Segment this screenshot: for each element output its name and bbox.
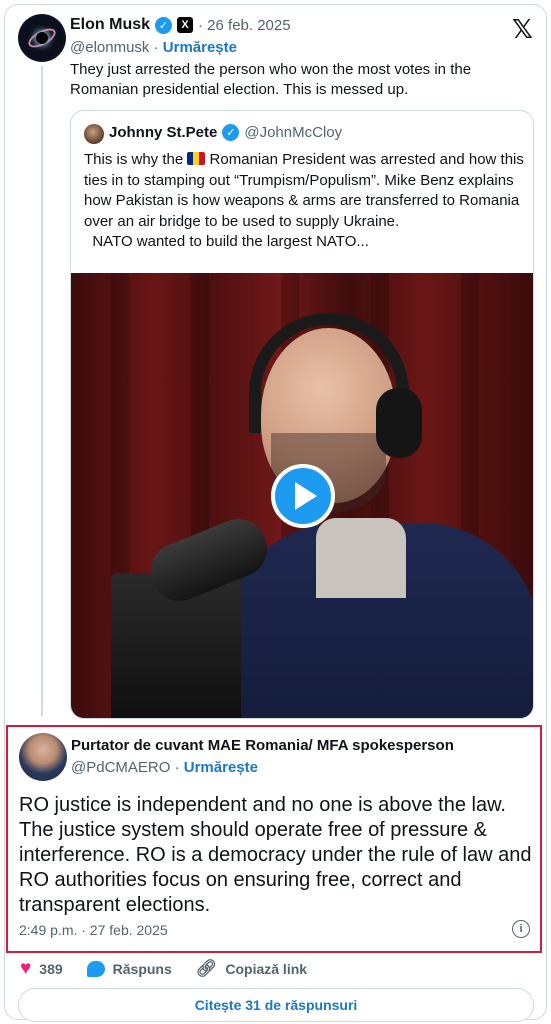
link-icon: 🔗︎ [195, 959, 218, 978]
copy-link-label: Copiază link [225, 961, 308, 977]
author-handle[interactable]: @elonmusk [70, 39, 149, 56]
quote-header: Johnny St.Pete ✓ @JohnMcCloy [109, 124, 342, 141]
quoted-tweet[interactable]: Johnny St.Pete ✓ @JohnMcCloy This is why… [70, 110, 534, 719]
tweet-text: They just arrested the person who won th… [70, 61, 472, 98]
copy-link-button[interactable]: 🔗︎ Copiază link [196, 959, 307, 979]
play-icon[interactable] [271, 464, 335, 528]
quote-avatar[interactable] [84, 124, 104, 144]
reply-handle-row: @PdCMAERO · Urmărește [71, 759, 258, 776]
verified-icon: ✓ [222, 124, 240, 141]
quote-text: This is why the Romanian President was a… [84, 151, 524, 250]
tweet-date[interactable]: · 26 feb. 2025 [198, 17, 291, 34]
tweet-header: Elon Musk ✓ X · 26 feb. 2025 [70, 16, 291, 34]
reply-text: RO justice is independent and no one is … [19, 794, 532, 916]
x-badge-icon: X [177, 17, 194, 33]
reply-author-handle[interactable]: @PdCMAERO [71, 759, 170, 776]
verified-icon: ✓ [155, 16, 173, 34]
reply-avatar[interactable] [19, 733, 67, 781]
thread-line [41, 66, 43, 716]
follow-button[interactable]: Urmărește [163, 39, 237, 56]
heart-icon: ♥ [20, 958, 32, 979]
highlighted-reply: Purtator de cuvant MAE Romania/ MFA spok… [6, 725, 542, 953]
reply-label: Răspuns [112, 961, 172, 977]
like-count: 389 [39, 961, 63, 977]
author-avatar[interactable] [18, 14, 66, 62]
action-bar: ♥ 389 Răspuns 🔗︎ Copiază link [20, 958, 331, 980]
read-replies-button[interactable]: Citește 31 de răspunsuri [18, 988, 534, 1022]
info-icon[interactable]: i [512, 920, 530, 938]
reply-bubble-icon [86, 961, 105, 977]
video-thumbnail[interactable] [71, 273, 533, 718]
author-name[interactable]: Elon Musk [70, 16, 150, 34]
like-button[interactable]: ♥ 389 [20, 958, 63, 980]
reply-button[interactable]: Răspuns [86, 961, 172, 977]
quote-author-handle[interactable]: @JohnMcCloy [244, 124, 342, 141]
romania-flag-icon [187, 152, 206, 165]
reply-timestamp[interactable]: 2:49 p.m. · 27 feb. 2025 [19, 922, 168, 938]
reply-author-name[interactable]: Purtator de cuvant MAE Romania/ MFA spok… [71, 737, 454, 754]
handle-row: @elonmusk · Urmărește [70, 39, 237, 56]
reply-follow-button[interactable]: Urmărește [184, 759, 258, 776]
x-logo-icon[interactable]: 𝕏 [512, 14, 533, 45]
quote-author-name[interactable]: Johnny St.Pete [109, 124, 217, 141]
